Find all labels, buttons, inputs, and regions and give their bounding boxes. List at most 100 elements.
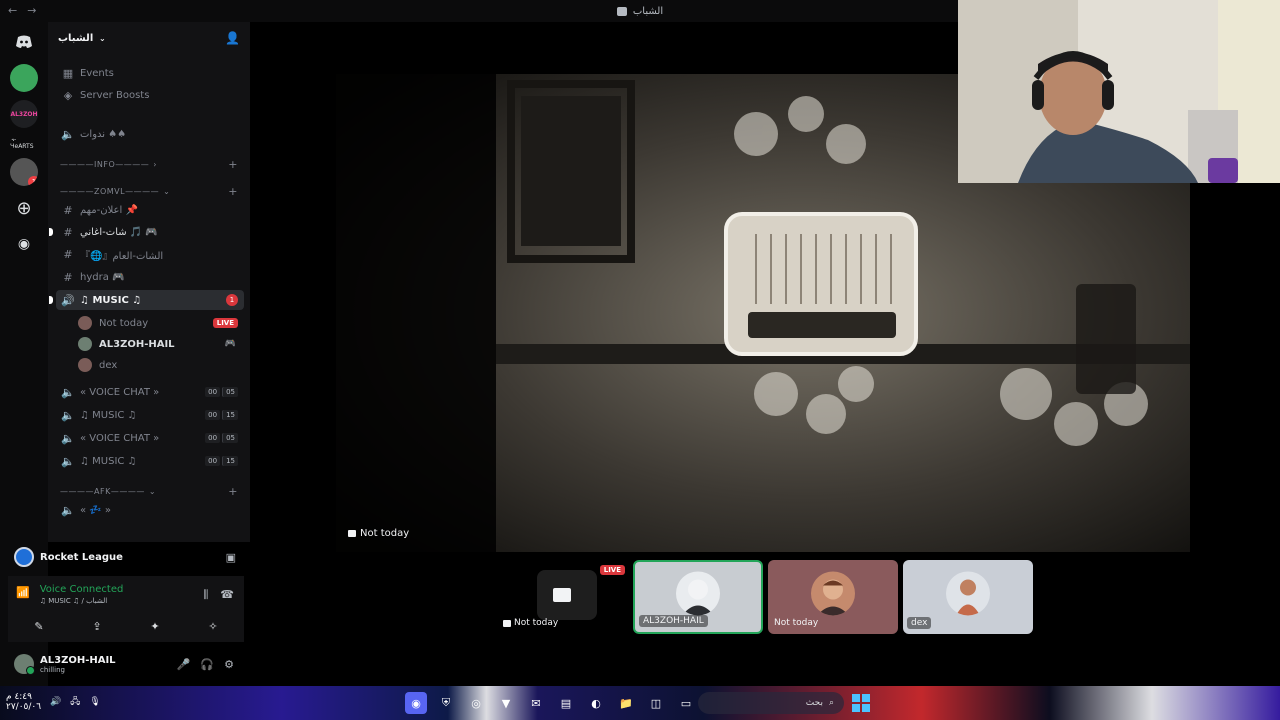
taskbar: ٤:٤٩ م ٢٧/٠٥/٠٦ 🔊 🖧 🎙 ◉ ⛨ ◎ ▼ ✉ ▤ ◐ 📁 ◫ ▭…	[0, 686, 1280, 720]
nav-buttons: ← →	[8, 4, 36, 17]
mention-badge: 1	[226, 294, 238, 306]
activity-panel[interactable]: Rocket League ▣	[8, 542, 244, 572]
system-tray: ٤:٤٩ م ٢٧/٠٥/٠٦ 🔊 🖧 🎙	[6, 692, 101, 712]
channel-sidebar: الشباب ⌄ 👤 ▦ Events ◈ Server Boosts 🔈 ندوات…	[48, 22, 250, 542]
participant-tile-2[interactable]: AL3ZOH-HAIL	[633, 560, 763, 634]
voice-status: 📶 Voice Connected ♫ MUSIC ♫ / الشباب	[16, 584, 123, 605]
server-header[interactable]: الشباب ⌄ 👤	[48, 22, 250, 54]
edge-app-icon[interactable]: ◐	[585, 692, 607, 714]
hash-icon: #	[63, 225, 73, 239]
voice-channel-vc4[interactable]: 🔈 ♫ MUSIC ♫ 00 15	[56, 451, 244, 471]
server-name: الشباب	[58, 32, 94, 44]
voice-member-3[interactable]: dex	[56, 355, 244, 375]
noise-suppression-icon[interactable]: ⫼	[203, 588, 208, 602]
speaker-icon: 🔈	[61, 385, 75, 399]
camera-off-button[interactable]: ✎	[14, 616, 64, 636]
user-count: 00 05	[205, 433, 238, 443]
voice-buttons: ✎ ⇪ ✦ ✧	[14, 616, 238, 636]
screen-icon	[503, 619, 511, 627]
speaker-icon: 🔊	[61, 293, 75, 307]
server-al3zoh[interactable]: AL3ZOH	[10, 100, 38, 128]
speaker-icon: 🔈	[61, 454, 75, 468]
windows-start-icon[interactable]	[852, 694, 870, 712]
text-channel-3[interactable]: # 『🌐』الشات-العام	[56, 244, 244, 264]
discord-app-icon[interactable]: ◉	[405, 692, 427, 714]
voice-member-1[interactable]: Not today LIVE	[56, 313, 244, 333]
live-badge: LIVE	[599, 565, 625, 575]
discover-icon[interactable]: ◉	[10, 230, 38, 258]
hash-icon: #	[63, 270, 73, 284]
screen-share-icon[interactable]: ▣	[226, 551, 236, 564]
voice-channel-vc1[interactable]: 🔈 « VOICE CHAT » 00 05	[56, 382, 244, 402]
text-channel-4[interactable]: # hydra 🎮	[56, 267, 244, 287]
server-alshabab[interactable]: 1	[10, 158, 38, 186]
text-channel-1[interactable]: # اعلان-مهم 📌	[56, 200, 244, 220]
participant-tile-1[interactable]: LIVE Not today	[497, 560, 627, 634]
task-view-icon[interactable]: ▭	[675, 692, 697, 714]
signal-icon[interactable]: 📶	[16, 586, 30, 599]
category-info[interactable]: ————INFO———— › +	[56, 154, 244, 174]
add-channel-icon[interactable]: +	[228, 185, 238, 198]
multitask-icon[interactable]: ◫	[645, 692, 667, 714]
microphone-icon[interactable]: 🎤	[177, 658, 191, 671]
voice-channel-vc3[interactable]: 🔈 « VOICE CHAT » 00 05	[56, 428, 244, 448]
participant-tile-3[interactable]: Not today	[768, 560, 898, 634]
add-user-icon[interactable]: 👤	[225, 31, 240, 45]
voice-channel-music-active[interactable]: 🔊 ♫ MUSIC ♫ 1	[49, 290, 244, 310]
forward-arrow-icon[interactable]: →	[27, 4, 36, 17]
server-boosts-item[interactable]: ◈ Server Boosts	[56, 85, 244, 105]
speaker-icon: 🔈	[61, 431, 75, 445]
user-count: 00 15	[205, 410, 238, 420]
add-channel-icon[interactable]: +	[228, 485, 238, 498]
add-channel-icon[interactable]: +	[228, 158, 238, 171]
participant-tile-4[interactable]: dex	[903, 560, 1033, 634]
clock[interactable]: ٤:٤٩ م ٢٧/٠٥/٠٦	[6, 692, 41, 712]
taskbar-apps: ◉ ⛨ ◎ ▼ ✉ ▤ ◐ 📁 ◫ ▭	[405, 692, 697, 714]
chrome-app-icon[interactable]: ◎	[465, 692, 487, 714]
network-icon[interactable]: 🖧	[70, 694, 80, 710]
back-arrow-icon[interactable]: ←	[8, 4, 17, 17]
avatar[interactable]	[14, 654, 35, 675]
unread-indicator	[49, 296, 53, 304]
server-green[interactable]	[10, 64, 38, 92]
game-icon: 🎮	[224, 339, 236, 349]
voice-channel-afk[interactable]: 🔈 « 💤 »	[56, 500, 244, 520]
share-screen-button[interactable]: ⇪	[72, 616, 122, 636]
chevron-down-icon: ⌄	[163, 186, 171, 196]
avatar	[946, 571, 990, 616]
boost-icon: ◈	[63, 88, 73, 102]
gear-icon[interactable]: ⚙	[224, 658, 234, 671]
discord-home-icon[interactable]	[10, 28, 38, 56]
user-count: 00 05	[205, 387, 238, 397]
outlook-app-icon[interactable]: ✉	[525, 692, 547, 714]
events-item[interactable]: ▦ Events	[56, 63, 244, 83]
tile-label: Not today	[774, 618, 819, 628]
tile-label: Not today	[503, 618, 558, 628]
add-server-icon[interactable]: ⊕	[10, 194, 38, 222]
category-afk[interactable]: ————AFK———— ⌄ +	[56, 481, 244, 501]
server-a-hearts[interactable]: A-HeARTS	[10, 136, 38, 150]
store-app-icon[interactable]: ▤	[555, 692, 577, 714]
mic-icon[interactable]: 🎙	[89, 697, 100, 707]
volume-icon[interactable]: 🔊	[50, 697, 61, 707]
voice-channel-vc2[interactable]: 🔈 ♫ MUSIC ♫ 00 15	[56, 405, 244, 425]
user-panel: AL3ZOH-HAIL chilling 🎤 🎧 ⚙	[8, 646, 244, 682]
taskbar-search[interactable]: بحث ⌕	[698, 692, 844, 714]
activities-button[interactable]: ✦	[130, 616, 180, 636]
hash-icon: #	[63, 247, 73, 261]
soundboard-button[interactable]: ✧	[188, 616, 238, 636]
avatar	[78, 316, 92, 330]
disconnect-icon[interactable]: ☎	[220, 588, 234, 602]
headphones-icon[interactable]: 🎧	[200, 658, 214, 671]
voice-connected-label[interactable]: Voice Connected	[40, 584, 124, 595]
screen-icon	[553, 588, 571, 602]
category-zomvl[interactable]: ————ZOMVL———— ⌄ +	[56, 181, 244, 201]
brave-app-icon[interactable]: ▼	[495, 692, 517, 714]
voice-channel-top[interactable]: 🔈 ندوات ♠♠	[56, 124, 244, 144]
avatar	[811, 571, 855, 616]
folder-app-icon[interactable]: 📁	[615, 692, 637, 714]
text-channel-2[interactable]: # شات-اغاني 🎵 🎮	[49, 222, 244, 242]
voice-member-2[interactable]: AL3ZOH-HAIL 🎮	[56, 334, 244, 354]
shield-app-icon[interactable]: ⛨	[435, 692, 457, 714]
webcam-frame	[958, 0, 1280, 183]
